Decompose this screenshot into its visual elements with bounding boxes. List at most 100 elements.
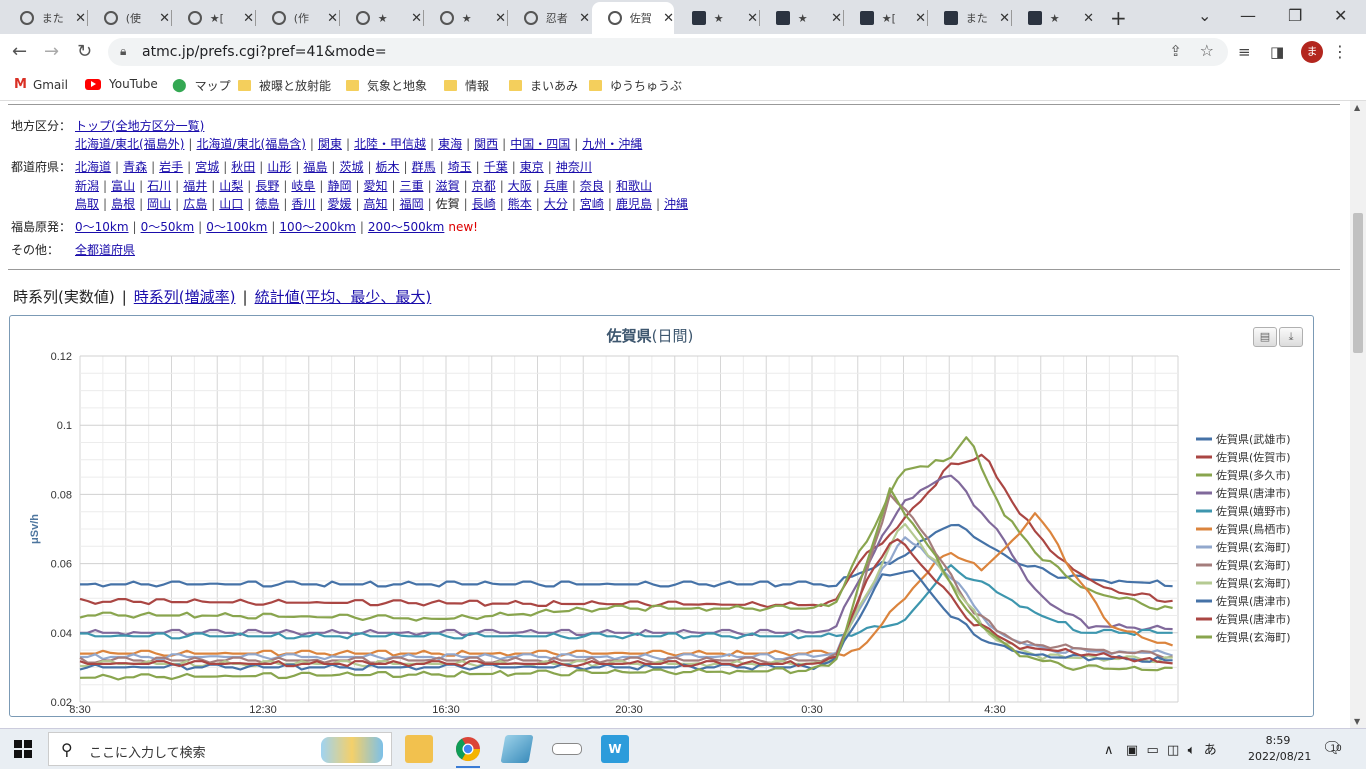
pref-link[interactable]: 長野 <box>255 179 279 193</box>
browser-tab[interactable]: 忍者 ✕ <box>508 2 590 34</box>
chevron-up-icon[interactable]: ∧ <box>1104 743 1114 758</box>
browser-tab[interactable]: ★[✕ <box>172 2 254 34</box>
pref-link[interactable]: 山口 <box>219 197 243 211</box>
pref-link[interactable]: 沖縄 <box>664 197 688 211</box>
pref-link[interactable]: 東京 <box>520 160 544 174</box>
browser-tab[interactable]: ★ ✕ <box>424 2 506 34</box>
region-link[interactable]: 九州・沖縄 <box>582 137 642 151</box>
pref-link[interactable]: 大阪 <box>508 179 532 193</box>
reload-button[interactable]: ↻ <box>77 41 92 62</box>
clock[interactable]: 8:59 2022/08/21 <box>1248 733 1311 765</box>
airplane-app-icon[interactable] <box>552 743 582 755</box>
side-panel-icon[interactable]: ◨ <box>1270 43 1284 61</box>
browser-tab[interactable]: (作 ✕ <box>256 2 338 34</box>
meet-icon[interactable]: ▣ <box>1126 743 1138 758</box>
pref-link[interactable]: 秋田 <box>231 160 255 174</box>
writer-app-icon[interactable]: W <box>601 735 629 763</box>
pref-link[interactable]: 青森 <box>123 160 147 174</box>
pref-link[interactable]: 鹿児島 <box>616 197 652 211</box>
bookmark-item[interactable]: ゆうちゅうぶ <box>589 77 682 94</box>
pref-link[interactable]: 岡山 <box>147 197 171 211</box>
browser-tab[interactable]: また ✕ <box>928 2 1010 34</box>
back-button[interactable]: ← <box>12 41 27 62</box>
series-line[interactable] <box>80 523 1173 588</box>
pref-link[interactable]: 富山 <box>111 179 135 193</box>
close-tab-icon[interactable]: ✕ <box>243 11 254 26</box>
legend-label[interactable]: 佐賀県(唐津市) <box>1216 594 1291 608</box>
pref-link[interactable]: 福岡 <box>400 197 424 211</box>
minimize-button[interactable]: — <box>1240 6 1256 25</box>
close-tab-icon[interactable]: ✕ <box>747 11 758 26</box>
view-tab-stats[interactable]: 統計値(平均、最少、最大) <box>255 288 432 306</box>
print-icon[interactable]: ▤ <box>1253 327 1277 347</box>
region-link[interactable]: 北海道/東北(福島含) <box>196 137 305 151</box>
pref-link[interactable]: 千葉 <box>484 160 508 174</box>
legend-label[interactable]: 佐賀県(佐賀市) <box>1216 450 1291 464</box>
ime-indicator[interactable]: あ <box>1204 743 1217 758</box>
lock-icon[interactable]: 🔒︎ <box>120 44 126 59</box>
legend-label[interactable]: 佐賀県(玄海町) <box>1216 576 1291 590</box>
close-tab-icon[interactable]: ✕ <box>999 11 1010 26</box>
region-top-link[interactable]: トップ(全地方区分一覧) <box>75 119 204 133</box>
pref-link[interactable]: 群馬 <box>412 160 436 174</box>
network-icon[interactable]: ◫ <box>1167 743 1179 758</box>
region-link[interactable]: 関西 <box>474 137 498 151</box>
legend-label[interactable]: 佐賀県(鳥栖市) <box>1216 522 1291 536</box>
pref-link[interactable]: 高知 <box>364 197 388 211</box>
pref-link[interactable]: 愛媛 <box>327 197 351 211</box>
chrome-icon[interactable] <box>454 735 482 768</box>
share-icon[interactable]: ⇪ <box>1169 42 1182 60</box>
pref-link[interactable]: 奈良 <box>580 179 604 193</box>
notifications-icon[interactable]: 🗨︎10 <box>1322 738 1354 757</box>
region-link[interactable]: 北陸・甲信越 <box>354 137 426 151</box>
pref-link[interactable]: 香川 <box>291 197 315 211</box>
file-explorer-icon[interactable] <box>405 735 433 763</box>
pref-link[interactable]: 山形 <box>267 160 291 174</box>
close-tab-icon[interactable]: ✕ <box>831 11 842 26</box>
browser-tab[interactable]: 佐賀 ✕ <box>592 2 674 34</box>
pref-link[interactable]: 宮城 <box>195 160 219 174</box>
pref-link[interactable]: 和歌山 <box>616 179 652 193</box>
browser-tab[interactable]: また ✕ <box>4 2 86 34</box>
scroll-thumb[interactable] <box>1353 213 1363 353</box>
close-tab-icon[interactable]: ✕ <box>663 11 674 26</box>
pref-link[interactable]: 北海道 <box>75 160 111 174</box>
scroll-up-icon[interactable]: ▲ <box>1354 103 1360 112</box>
fukushima-link[interactable]: 100〜200km <box>279 220 355 234</box>
bookmark-star-icon[interactable]: ☆ <box>1200 41 1214 60</box>
pref-link[interactable]: 福島 <box>303 160 327 174</box>
windows-start-icon[interactable] <box>14 740 32 758</box>
bookmark-item[interactable]: まいあみ <box>509 77 578 94</box>
fukushima-link[interactable]: 0〜10km <box>75 220 129 234</box>
region-link[interactable]: 関東 <box>318 137 342 151</box>
page-scrollbar[interactable]: ▲ ▼ <box>1350 101 1366 728</box>
pref-link[interactable]: 三重 <box>400 179 424 193</box>
reading-list-icon[interactable]: ≡ <box>1238 43 1251 61</box>
fukushima-link[interactable]: 0〜50km <box>141 220 195 234</box>
pref-link[interactable]: 兵庫 <box>544 179 568 193</box>
close-tab-icon[interactable]: ✕ <box>411 11 422 26</box>
pref-link[interactable]: 岐阜 <box>291 179 315 193</box>
fukushima-link[interactable]: 200〜500km <box>368 220 444 234</box>
close-tab-icon[interactable]: ✕ <box>1083 11 1094 26</box>
pref-link[interactable]: 茨城 <box>339 160 363 174</box>
pref-link[interactable]: 神奈川 <box>556 160 592 174</box>
close-tab-icon[interactable]: ✕ <box>75 11 86 26</box>
forward-button[interactable]: → <box>44 41 59 62</box>
bookmark-item[interactable]: YouTube <box>85 77 158 91</box>
region-link[interactable]: 中国・四国 <box>510 137 570 151</box>
view-tab-rate[interactable]: 時系列(増減率) <box>134 288 236 306</box>
download-icon[interactable]: ⤓ <box>1279 327 1303 347</box>
bookmark-item[interactable]: 被曝と放射能 <box>238 77 331 94</box>
pref-link[interactable]: 京都 <box>472 179 496 193</box>
bookmark-item[interactable]: M Gmail <box>14 77 68 92</box>
pref-link[interactable]: 新潟 <box>75 179 99 193</box>
tab-search-icon[interactable]: ⌄ <box>1198 6 1211 25</box>
legend-label[interactable]: 佐賀県(唐津市) <box>1216 486 1291 500</box>
notepad-app-icon[interactable] <box>500 735 534 763</box>
pref-link[interactable]: 宮崎 <box>580 197 604 211</box>
legend-label[interactable]: 佐賀県(多久市) <box>1216 468 1291 482</box>
pref-link[interactable]: 大分 <box>544 197 568 211</box>
pref-link[interactable]: 島根 <box>111 197 135 211</box>
close-tab-icon[interactable]: ✕ <box>327 11 338 26</box>
